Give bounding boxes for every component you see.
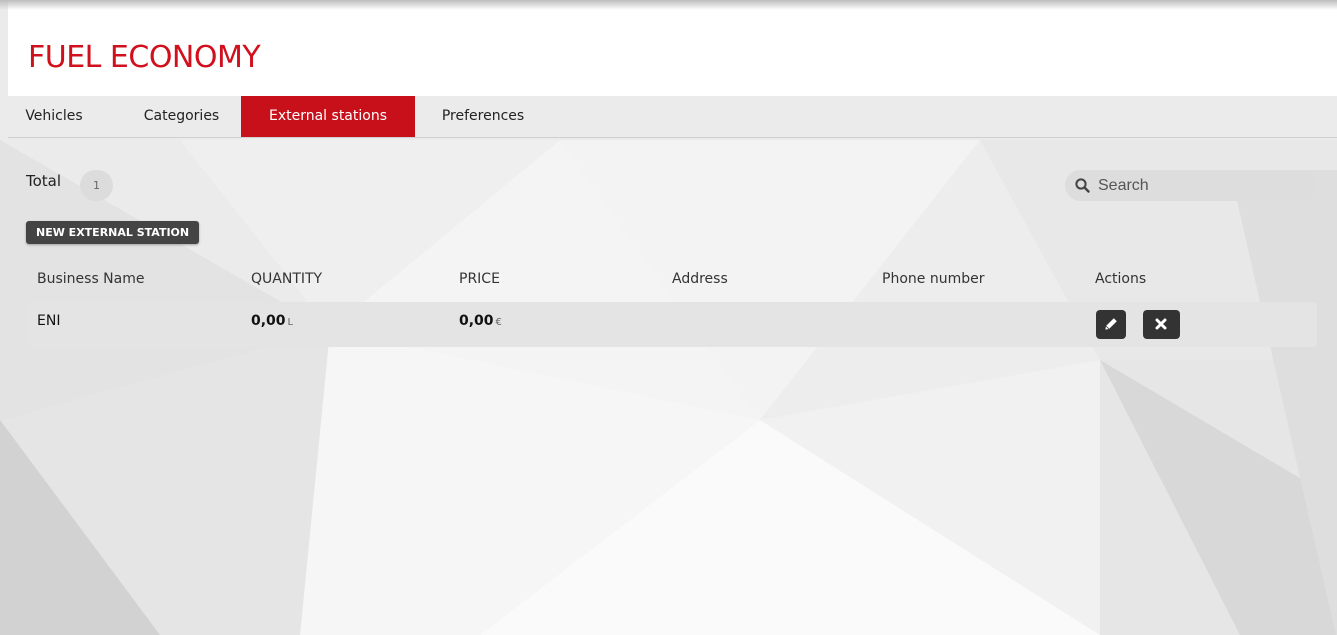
- close-icon: [1155, 318, 1167, 330]
- edit-button[interactable]: [1096, 310, 1126, 339]
- cell-business-name: ENI: [37, 313, 61, 329]
- price-unit: €: [495, 317, 502, 328]
- column-header-price: PRICE: [459, 271, 500, 287]
- quantity-value: 0,00: [251, 313, 286, 329]
- top-shadow: [0, 0, 1337, 10]
- quantity-unit: L: [287, 317, 294, 328]
- column-header-phone-number: Phone number: [882, 271, 985, 287]
- new-external-station-button[interactable]: NEW EXTERNAL STATION: [26, 221, 200, 244]
- column-header-address: Address: [672, 271, 728, 287]
- column-header-quantity: QUANTITY: [251, 271, 323, 287]
- column-header-actions: Actions: [1095, 271, 1147, 287]
- search-icon: [1075, 178, 1090, 193]
- search-box[interactable]: [1065, 170, 1317, 201]
- price-value: 0,00: [459, 313, 494, 329]
- delete-button[interactable]: [1143, 310, 1180, 339]
- total-label: Total: [26, 172, 62, 190]
- total-count-badge: 1: [80, 170, 113, 201]
- cell-price: 0,00 €: [459, 313, 502, 329]
- column-header-business-name: Business Name: [37, 271, 145, 287]
- cell-quantity: 0,00 L: [251, 313, 293, 329]
- search-input[interactable]: [1095, 170, 1308, 201]
- main-content: Total 1 NEW EXTERNAL STATION Business Na…: [0, 0, 1337, 635]
- pencil-icon: [1105, 318, 1117, 330]
